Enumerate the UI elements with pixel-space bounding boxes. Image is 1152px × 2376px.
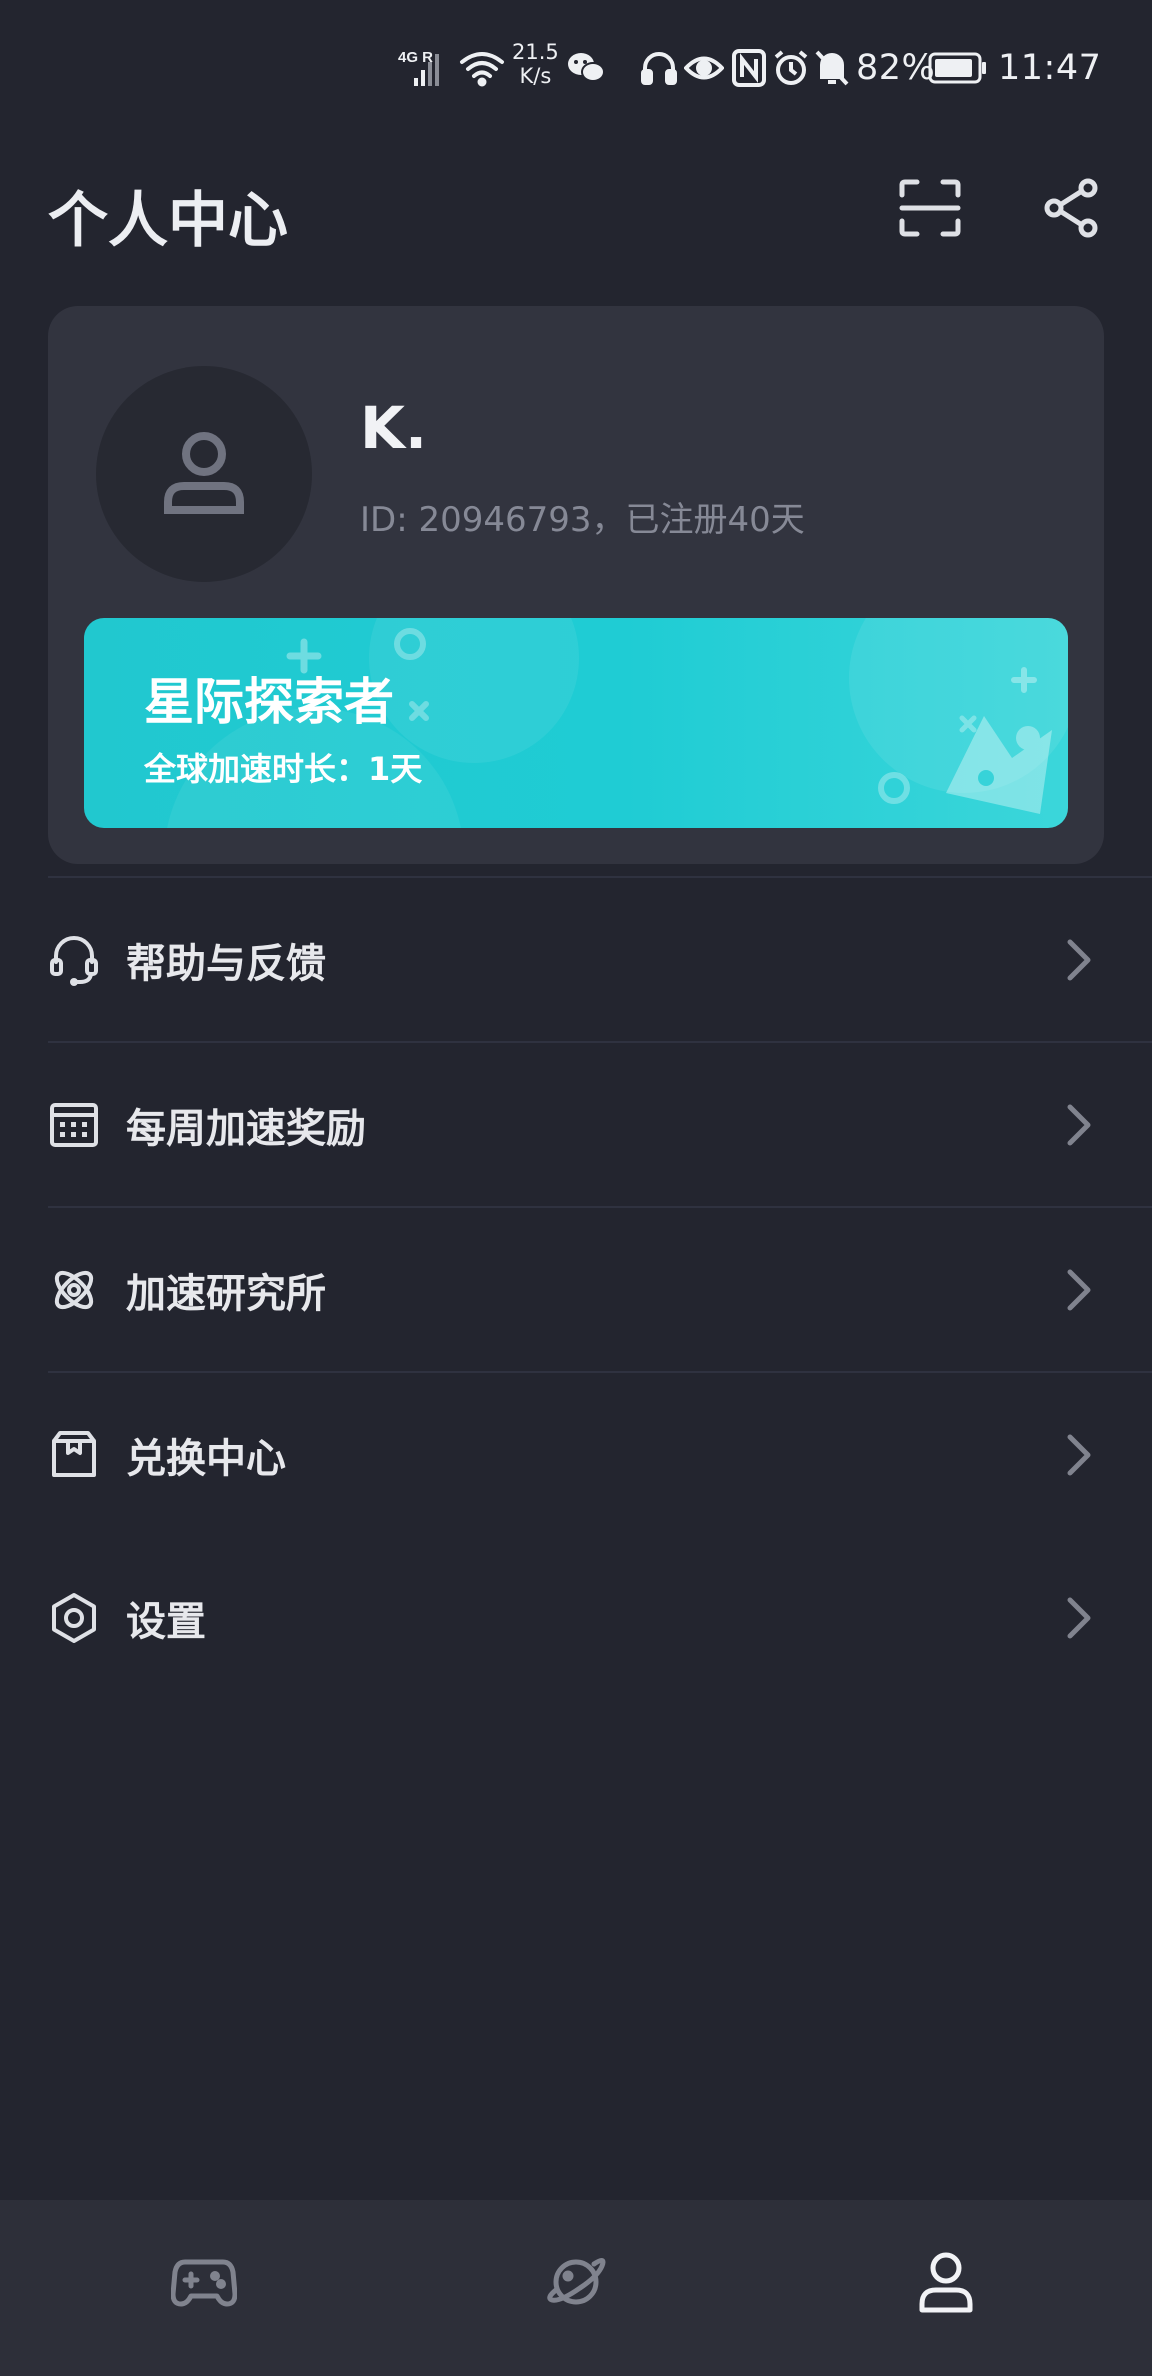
menu-label: 加速研究所 bbox=[126, 1271, 326, 1317]
speed-value: 21.5 bbox=[512, 40, 559, 64]
profile-card[interactable]: K. ID: 20946793，已注册40天 星际探索者 全球加速时长：1天 bbox=[48, 306, 1104, 864]
wechat-icon bbox=[566, 40, 606, 96]
menu-item-redeem-center[interactable]: 兑换中心 bbox=[0, 1373, 1152, 1537]
chevron-right-icon bbox=[1067, 1597, 1091, 1639]
avatar-placeholder-icon bbox=[164, 432, 244, 514]
user-id-and-days: ID: 20946793，已注册40天 bbox=[360, 500, 805, 540]
user-icon bbox=[919, 2252, 973, 2313]
gift-box-icon bbox=[52, 1431, 96, 1477]
signal-icon: 4G R bbox=[398, 40, 450, 96]
battery-icon bbox=[928, 40, 988, 96]
planet-icon bbox=[547, 2258, 606, 2305]
headphones-icon bbox=[640, 40, 678, 96]
avatar[interactable] bbox=[96, 366, 312, 582]
settings-hexagon-icon bbox=[52, 1593, 96, 1643]
clock: 11:47 bbox=[998, 48, 1102, 88]
menu-label: 设置 bbox=[126, 1599, 206, 1645]
share-button[interactable] bbox=[1036, 172, 1108, 244]
menu-item-weekly-reward[interactable]: 每周加速奖励 bbox=[0, 1043, 1152, 1207]
mute-bell-icon bbox=[814, 40, 850, 96]
scan-icon bbox=[899, 179, 961, 237]
nfc-icon bbox=[732, 40, 766, 96]
vip-title: 星际探索者 bbox=[144, 673, 394, 731]
share-icon bbox=[1044, 178, 1098, 238]
profile-screen: 4G R 21.5 K/s 82% 11:47 个人中心 K. ID: 2094… bbox=[0, 0, 1152, 2376]
vip-acceleration-time: 全球加速时长：1天 bbox=[144, 750, 423, 788]
tab-profile[interactable] bbox=[886, 2222, 1006, 2342]
speed-unit: K/s bbox=[519, 64, 552, 88]
calendar-icon bbox=[50, 1103, 98, 1147]
headset-icon bbox=[50, 936, 98, 986]
status-bar: 4G R 21.5 K/s 82% 11:47 bbox=[0, 40, 1152, 96]
menu-label: 兑换中心 bbox=[126, 1436, 286, 1482]
bottom-tab-bar bbox=[0, 2200, 1152, 2376]
wifi-icon bbox=[458, 40, 506, 96]
vip-banner[interactable]: 星际探索者 全球加速时长：1天 bbox=[84, 618, 1068, 828]
menu-label: 每周加速奖励 bbox=[126, 1106, 366, 1152]
username: K. bbox=[360, 394, 427, 462]
menu-item-help-feedback[interactable]: 帮助与反馈 bbox=[0, 878, 1152, 1042]
menu-label: 帮助与反馈 bbox=[126, 941, 326, 987]
scan-button[interactable] bbox=[894, 172, 966, 244]
chevron-right-icon bbox=[1067, 939, 1091, 981]
network-label: 4G R bbox=[398, 49, 433, 66]
chevron-right-icon bbox=[1067, 1269, 1091, 1311]
tab-games[interactable] bbox=[144, 2222, 264, 2342]
chevron-right-icon bbox=[1067, 1104, 1091, 1146]
tab-explore[interactable] bbox=[516, 2222, 636, 2342]
battery-percent: 82% bbox=[856, 48, 936, 88]
eye-comfort-icon bbox=[684, 40, 724, 96]
atom-icon bbox=[54, 1270, 94, 1310]
chevron-right-icon bbox=[1067, 1434, 1091, 1476]
network-speed: 21.5 K/s bbox=[512, 40, 559, 96]
page-title: 个人中心 bbox=[48, 186, 288, 256]
menu-item-research-lab[interactable]: 加速研究所 bbox=[0, 1208, 1152, 1372]
alarm-icon bbox=[772, 40, 810, 96]
gamepad-icon bbox=[171, 2259, 237, 2307]
menu-item-settings[interactable]: 设置 bbox=[0, 1536, 1152, 1700]
